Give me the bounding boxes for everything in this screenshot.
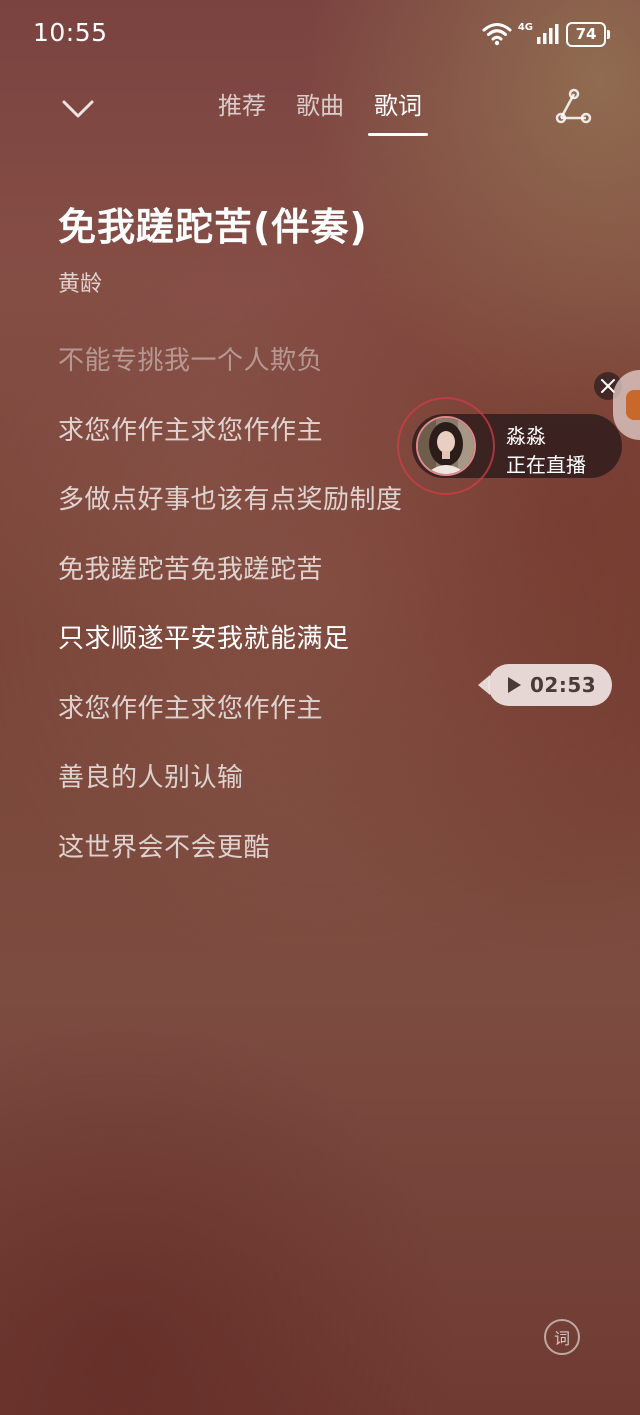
lyric-line-current[interactable]: 只求顺遂平安我就能满足 — [58, 618, 478, 688]
tab-song[interactable]: 歌曲 — [288, 88, 352, 128]
battery-level: 74 — [575, 25, 597, 43]
chevron-down-icon — [62, 100, 94, 118]
floating-widget-icon — [626, 390, 640, 420]
lyric-line[interactable]: 不能专挑我一个人欺负 — [58, 340, 478, 410]
share-icon — [555, 88, 592, 124]
status-time: 10:55 — [33, 18, 108, 47]
artist-name[interactable]: 黄龄 — [58, 266, 102, 298]
wifi-icon — [482, 23, 512, 46]
play-icon — [508, 677, 521, 693]
status-icons: 4G 74 — [482, 19, 610, 49]
tab-bar: 推荐 歌曲 歌词 — [210, 88, 430, 136]
avatar-image — [418, 418, 474, 474]
lyric-line[interactable]: 善良的人别认输 — [58, 757, 478, 827]
collapse-button[interactable] — [58, 90, 98, 130]
lyric-toggle-button[interactable]: 词 — [544, 1319, 580, 1355]
lyric-line[interactable]: 多做点好事也该有点奖励制度 — [58, 479, 478, 549]
lyric-toggle-label: 词 — [553, 1329, 570, 1348]
tab-lyrics[interactable]: 歌词 — [366, 88, 430, 136]
lyric-line[interactable]: 免我蹉跎苦免我蹉跎苦 — [58, 549, 478, 619]
seek-time: 02:53 — [530, 673, 597, 697]
share-button[interactable] — [552, 88, 594, 126]
battery-indicator: 74 — [566, 21, 610, 47]
network-type-label: 4G — [517, 21, 533, 33]
song-title: 免我蹉跎苦(伴奏) — [58, 205, 368, 249]
live-host-name: 淼淼 — [506, 424, 546, 448]
live-status-text: 正在直播 — [506, 453, 586, 477]
avatar[interactable] — [416, 416, 476, 476]
signal-icon — [537, 24, 559, 44]
tab-recommend[interactable]: 推荐 — [210, 88, 274, 128]
lyric-line[interactable]: 求您作作主求您作作主 — [58, 688, 478, 758]
seek-to-time-button[interactable]: 02:53 — [478, 664, 612, 706]
lyric-line[interactable]: 这世界会不会更酷 — [58, 827, 478, 897]
